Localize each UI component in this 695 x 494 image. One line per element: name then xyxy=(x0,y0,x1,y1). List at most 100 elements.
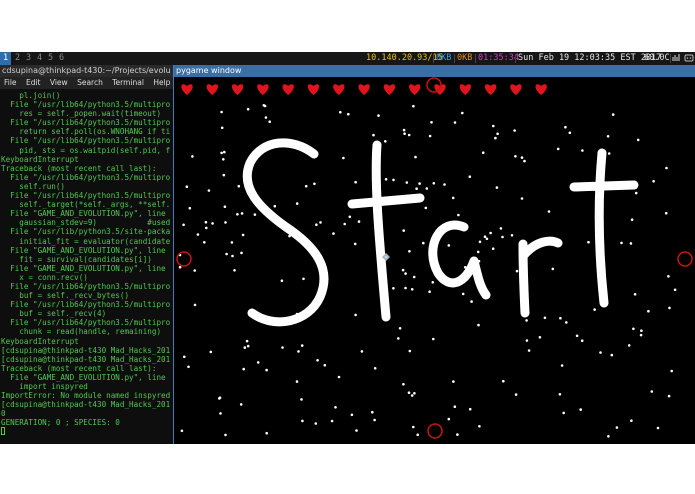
star-dot xyxy=(456,433,459,436)
game-canvas[interactable] xyxy=(174,77,695,444)
star-dot xyxy=(392,178,395,182)
workspace-6[interactable]: 6 xyxy=(56,52,67,65)
terminal-line: Traceback (most recent call last): xyxy=(1,163,157,173)
terminal-line: return self.poll(os.WNOHANG if ti xyxy=(1,127,171,137)
star-dot xyxy=(355,429,358,432)
star-dot xyxy=(491,247,495,250)
star-dot xyxy=(483,235,487,238)
star-dot xyxy=(556,147,560,151)
network-icon[interactable] xyxy=(672,52,681,65)
star-dot xyxy=(392,287,395,290)
star-dot xyxy=(211,222,214,225)
star-dot xyxy=(265,368,268,372)
star-dot xyxy=(580,339,584,343)
star-dot xyxy=(218,397,221,400)
terminal-prompt-line[interactable] xyxy=(1,427,173,436)
star-dot xyxy=(224,221,227,224)
menu-search[interactable]: Search xyxy=(77,78,103,87)
star-dot xyxy=(495,186,499,189)
terminal-line: ImportError: No module named inspyred xyxy=(1,391,171,401)
terminal-line: x = conn.recv() xyxy=(1,272,88,282)
pygame-window[interactable]: pygame window xyxy=(173,65,695,444)
star-dot xyxy=(408,349,412,353)
star-dot xyxy=(402,128,406,132)
star-dot xyxy=(373,367,377,370)
workspace-4[interactable]: 4 xyxy=(34,52,45,65)
star-dot xyxy=(281,346,284,349)
star-dot xyxy=(558,393,562,396)
workspace-5[interactable]: 5 xyxy=(45,52,56,65)
star-dot xyxy=(547,210,551,213)
star-dot xyxy=(453,405,457,409)
star-dot xyxy=(371,410,374,414)
star-dot xyxy=(656,426,660,430)
star-dot xyxy=(425,187,429,190)
terminal-line: import inspyred xyxy=(1,382,88,391)
star-dot xyxy=(188,206,192,210)
workspace-2[interactable]: 2 xyxy=(12,52,23,65)
star-dot xyxy=(496,132,499,136)
terminal-line: pl.join() xyxy=(1,91,61,100)
star-dot xyxy=(606,135,610,138)
star-dot xyxy=(447,417,451,421)
star-dot xyxy=(428,134,432,138)
menu-edit[interactable]: Edit xyxy=(26,78,41,87)
star-dot xyxy=(402,229,405,232)
star-dot xyxy=(209,350,213,354)
terminal-window[interactable]: cdsupina@thinkpad-t430:~/Projects/evolu … xyxy=(0,65,173,444)
star-dot xyxy=(300,398,303,401)
star-dot xyxy=(432,337,435,341)
star-dot xyxy=(499,227,503,230)
star-dot xyxy=(579,408,582,411)
terminal-line: pid, sts = os.waitpid(self.pid, f xyxy=(1,145,171,155)
workspace-1[interactable]: 1 xyxy=(0,52,11,65)
menu-view[interactable]: View xyxy=(50,78,68,87)
star-dot xyxy=(468,407,472,411)
terminal-line: File "/usr/lib64/python3.5/multipro xyxy=(1,118,171,128)
star-dot xyxy=(191,155,194,158)
star-dot xyxy=(559,316,562,320)
star-dot xyxy=(513,129,516,132)
star-dot xyxy=(667,394,671,398)
star-dot xyxy=(223,150,226,154)
star-dot xyxy=(432,182,436,185)
pygame-window-title: pygame window xyxy=(174,65,695,77)
star-dot xyxy=(268,120,271,123)
star-dot xyxy=(240,212,244,215)
star-dot xyxy=(457,213,460,217)
star-dot xyxy=(593,308,596,311)
clock: Sun Feb 19 12:03:35 EST 2017 xyxy=(518,53,662,63)
star-dot xyxy=(410,394,414,397)
star-dot xyxy=(665,166,668,170)
star-dot xyxy=(220,151,223,155)
terminal-cursor xyxy=(1,427,5,436)
star-dot xyxy=(246,344,250,348)
star-dot xyxy=(636,138,640,142)
star-dot xyxy=(453,121,457,124)
terminal-line: KeyboardInterrupt xyxy=(1,336,79,346)
menu-help[interactable]: Help xyxy=(153,78,170,87)
menu-file[interactable]: File xyxy=(4,78,17,87)
terminal-output[interactable]: pl.join() File "/usr/lib64/python3.5/mul… xyxy=(1,91,173,437)
terminal-line: self.run() xyxy=(1,181,66,191)
star-dot xyxy=(397,337,400,340)
star-dot xyxy=(408,250,411,253)
star-dot xyxy=(401,268,405,272)
star-dot xyxy=(377,114,380,117)
star-dot xyxy=(668,306,671,310)
star-dot xyxy=(565,321,568,324)
star-dot xyxy=(353,242,357,246)
star-dot xyxy=(443,183,446,186)
app-tray-icon[interactable] xyxy=(684,52,694,65)
workspace-3[interactable]: 3 xyxy=(23,52,34,65)
star-dot xyxy=(485,237,489,241)
terminal-line: File "/usr/lib64/python3.5/multipro xyxy=(1,100,171,110)
menu-terminal[interactable]: Terminal xyxy=(112,78,144,87)
status-bar: 1 2 3 4 5 6 10.140.20.93/15 0KB 0KB 01:3… xyxy=(0,52,695,65)
separator xyxy=(515,54,516,63)
star-dot xyxy=(264,116,268,119)
star-dot xyxy=(384,140,387,143)
star-dot xyxy=(629,242,633,245)
star-dot xyxy=(452,380,455,383)
star-dot xyxy=(253,213,257,216)
